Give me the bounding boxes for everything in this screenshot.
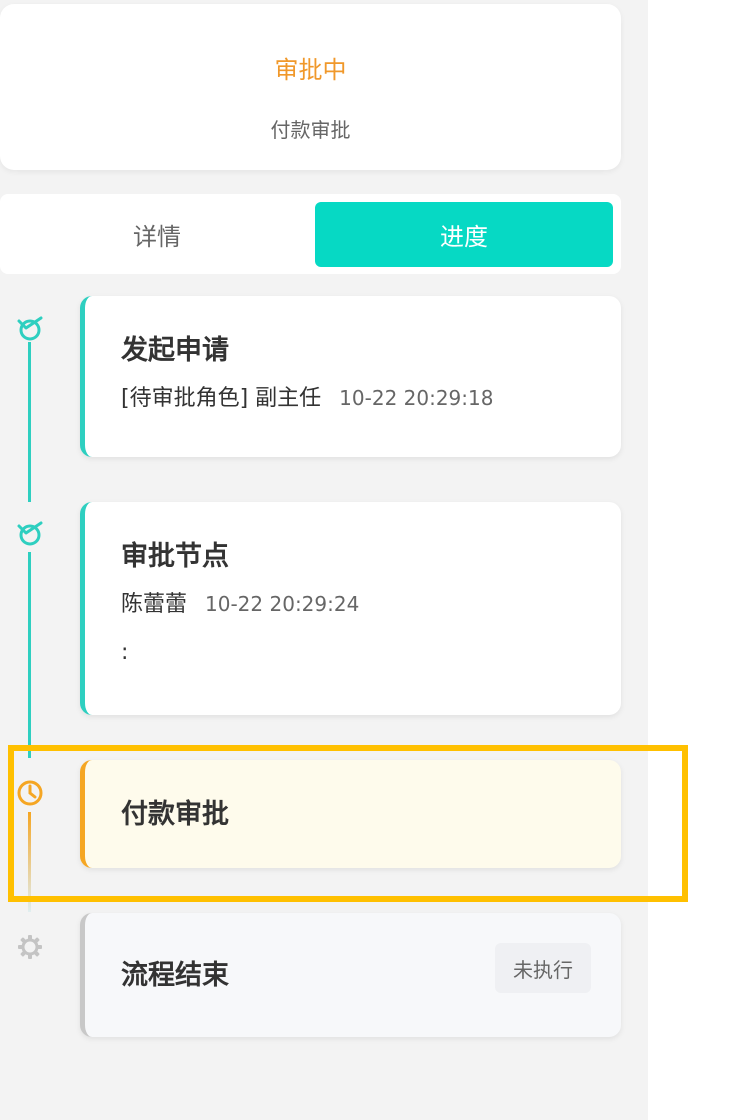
tab-bar: 详情 进度 [0,194,621,274]
status-badge: 未执行 [495,943,591,993]
step-approver: [待审批角色] 副主任 [121,386,322,411]
approval-status: 审批中 [274,56,347,84]
step-title: 流程结束 [121,960,229,991]
tab-detail[interactable]: 详情 [0,202,314,267]
check-circle-icon [17,521,43,546]
highlight-box [8,745,688,902]
timeline-step-card: 发起申请 [待审批角色] 副主任 10-22 20:29:18 [80,296,621,457]
step-title: 审批节点 [121,541,229,572]
check-circle-icon [17,316,43,341]
step-comment: : [121,640,129,665]
approval-type: 付款审批 [270,118,351,142]
step-time: 10-22 20:29:18 [339,386,494,410]
timeline-connector [28,552,31,758]
tab-progress[interactable]: 进度 [315,202,613,267]
step-info: 陈蕾蕾 10-22 20:29:24 [121,586,359,618]
gear-icon [18,935,42,959]
status-card: 审批中 付款审批 [0,4,621,170]
timeline-step-card: 审批节点 陈蕾蕾 10-22 20:29:24 : [80,502,621,715]
page-margin [648,0,756,1120]
timeline-step-card: 流程结束 未执行 [80,913,621,1037]
timeline-connector [28,342,31,502]
step-info: [待审批角色] 副主任 10-22 20:29:18 [121,380,493,412]
step-title: 发起申请 [121,335,229,366]
step-approver: 陈蕾蕾 [121,592,188,617]
step-time: 10-22 20:29:24 [205,592,360,616]
